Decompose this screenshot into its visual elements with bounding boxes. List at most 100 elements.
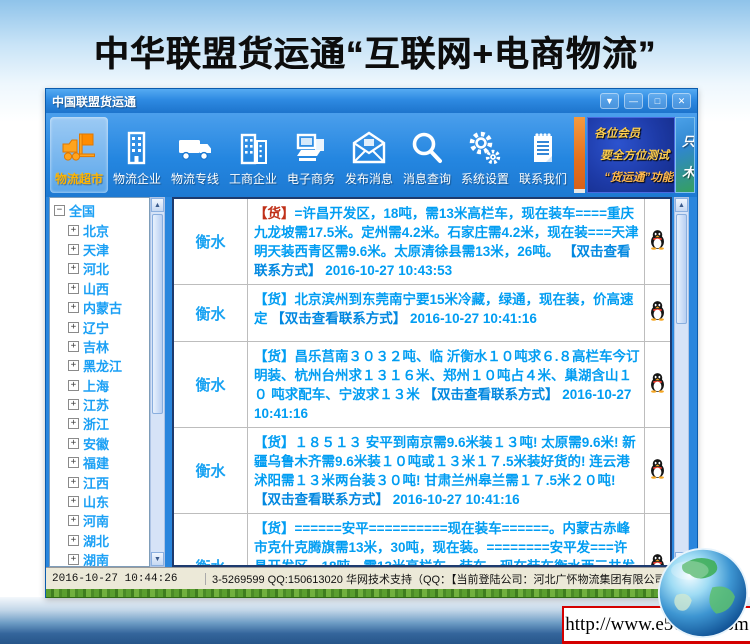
tree-item-福建[interactable]: +福建 bbox=[54, 453, 149, 472]
freight-message[interactable]: 【货】======安平==========现在装车======。内蒙古赤峰市克什… bbox=[248, 514, 644, 567]
toolbar-items: 物流超市物流企业物流专线工商企业电子商务发布消息消息查询系统设置联系我们 bbox=[50, 117, 572, 193]
globe-image bbox=[656, 546, 750, 640]
tree-item-黑龙江[interactable]: +黑龙江 bbox=[54, 356, 149, 375]
tree-item-辽宁[interactable]: +辽宁 bbox=[54, 317, 149, 336]
window-controls: ▼ — □ ✕ bbox=[600, 93, 691, 109]
qq-penguin-icon[interactable] bbox=[649, 229, 666, 255]
freight-message[interactable]: 【货】昌乐莒南３０３２吨、临 沂衡水１０吨求６.８高栏车今订明装、杭州台州求１３… bbox=[248, 342, 644, 427]
expand-icon[interactable]: + bbox=[68, 477, 79, 488]
window-titlebar[interactable]: 中国联盟货运通 ▼ — □ ✕ bbox=[46, 89, 697, 113]
toolbar-item-系统设置[interactable]: 系统设置 bbox=[456, 117, 514, 193]
tree-item-北京[interactable]: +北京 bbox=[54, 220, 149, 239]
freight-message[interactable]: 【货】１８５１３ 安平到南京需9.6米装１３吨! 太原需9.6米! 新疆乌鲁木齐… bbox=[248, 428, 644, 513]
qq-penguin-icon[interactable] bbox=[649, 372, 666, 398]
freight-row[interactable]: 衡水【货】北京滨州到东莞南宁要15米冷藏，绿通，现在装，价高速定 【双击查看联系… bbox=[174, 285, 670, 342]
toolbar-item-消息查询[interactable]: 消息查询 bbox=[398, 117, 456, 193]
tree-item-上海[interactable]: +上海 bbox=[54, 376, 149, 395]
close-button[interactable]: ✕ bbox=[672, 93, 691, 109]
tree-item-河南[interactable]: +河南 bbox=[54, 511, 149, 530]
dropdown-button[interactable]: ▼ bbox=[600, 93, 619, 109]
expand-icon[interactable]: + bbox=[68, 457, 79, 468]
tree-item-湖南[interactable]: +湖南 bbox=[54, 550, 149, 567]
toolbar-item-label: 物流专线 bbox=[171, 170, 219, 187]
tree-item-label: 浙江 bbox=[83, 414, 109, 433]
origin-city: 衡水 bbox=[174, 199, 248, 284]
expand-icon[interactable]: + bbox=[68, 244, 79, 255]
tree-item-label: 山东 bbox=[83, 492, 109, 511]
toolbar: 物流超市物流企业物流专线工商企业电子商务发布消息消息查询系统设置联系我们 各位会… bbox=[46, 113, 697, 197]
tree-item-江西[interactable]: + 江西 bbox=[54, 472, 149, 491]
expand-icon[interactable]: + bbox=[68, 322, 79, 333]
tree-item-全国[interactable]: −全国 bbox=[54, 201, 149, 220]
collapse-icon[interactable]: − bbox=[54, 205, 65, 216]
freight-row[interactable]: 衡水【货】======安平==========现在装车======。内蒙古赤峰市… bbox=[174, 514, 670, 567]
toolbar-item-label: 物流超市 bbox=[55, 170, 103, 187]
toolbar-item-发布消息[interactable]: 发布消息 bbox=[340, 117, 398, 193]
window-title: 中国联盟货运通 bbox=[52, 93, 136, 110]
building-icon bbox=[117, 128, 157, 170]
tree-item-label: 天津 bbox=[83, 240, 109, 259]
tree-item-江苏[interactable]: +江苏 bbox=[54, 395, 149, 414]
tree-scroll-thumb[interactable] bbox=[152, 214, 163, 414]
toolbar-item-物流超市[interactable]: 物流超市 bbox=[50, 117, 108, 193]
freight-row[interactable]: 衡水【货】昌乐莒南３０３２吨、临 沂衡水１０吨求６.８高栏车今订明装、杭州台州求… bbox=[174, 342, 670, 428]
minimize-button[interactable]: — bbox=[624, 93, 643, 109]
qq-cell[interactable] bbox=[644, 342, 670, 427]
scroll-up-icon[interactable]: ▲ bbox=[675, 198, 688, 212]
expand-icon[interactable]: + bbox=[68, 380, 79, 391]
expand-icon[interactable]: + bbox=[68, 418, 79, 429]
toolbar-item-电子商务[interactable]: 电子商务 bbox=[282, 117, 340, 193]
app-window: 中国联盟货运通 ▼ — □ ✕ 物流超市物流企业物流专线工商企业电子商务发布消息消息查… bbox=[45, 88, 698, 598]
cargo-tag: 【货】 bbox=[254, 435, 295, 450]
tree-item-label: 吉林 bbox=[83, 337, 109, 356]
member-notice-banner: 各位会员要全方位测试“货运通”功能! bbox=[587, 117, 675, 193]
scroll-down-icon[interactable]: ▼ bbox=[151, 552, 164, 566]
qq-cell[interactable] bbox=[644, 199, 670, 284]
tree-scrollbar[interactable]: ▲ ▼ bbox=[150, 197, 165, 567]
contact-link[interactable]: 【双击查看联系方式】 bbox=[271, 311, 406, 326]
freight-row[interactable]: 衡水【货】１８５１３ 安平到南京需9.6米装１３吨! 太原需9.6米! 新疆乌鲁… bbox=[174, 428, 670, 514]
maximize-button[interactable]: □ bbox=[648, 93, 667, 109]
expand-icon[interactable]: + bbox=[68, 341, 79, 352]
expand-icon[interactable]: + bbox=[68, 225, 79, 236]
toolbar-item-物流企业[interactable]: 物流企业 bbox=[108, 117, 166, 193]
expand-icon[interactable]: + bbox=[68, 535, 79, 546]
qq-cell[interactable] bbox=[644, 428, 670, 513]
expand-icon[interactable]: + bbox=[68, 515, 79, 526]
banner-line: “货运通”功能! bbox=[594, 168, 670, 190]
scroll-up-icon[interactable]: ▲ bbox=[151, 198, 164, 212]
tree-item-内蒙古[interactable]: +内蒙古 bbox=[54, 298, 149, 317]
list-scrollbar[interactable]: ▲ ▼ bbox=[674, 197, 689, 567]
toolbar-item-物流专线[interactable]: 物流专线 bbox=[166, 117, 224, 193]
contact-link[interactable]: 【双击查看联系方式】 bbox=[424, 387, 559, 402]
expand-icon[interactable]: + bbox=[68, 554, 79, 565]
expand-icon[interactable]: + bbox=[68, 399, 79, 410]
expand-icon[interactable]: + bbox=[68, 283, 79, 294]
tree-item-河北[interactable]: +河北 bbox=[54, 259, 149, 278]
tree-item-吉林[interactable]: + 吉林 bbox=[54, 337, 149, 356]
qq-penguin-icon[interactable] bbox=[649, 458, 666, 484]
toolbar-item-工商企业[interactable]: 工商企业 bbox=[224, 117, 282, 193]
tree-item-山东[interactable]: + 山东 bbox=[54, 492, 149, 511]
freight-row[interactable]: 衡水【货】=许昌开发区，18吨，需13米高栏车，现在装车====重庆九龙坡需17… bbox=[174, 199, 670, 285]
tree-item-湖北[interactable]: +湖北 bbox=[54, 531, 149, 550]
qq-penguin-icon[interactable] bbox=[649, 300, 666, 326]
tree-item-浙江[interactable]: + 浙江 bbox=[54, 414, 149, 433]
tree-item-山西[interactable]: + 山西 bbox=[54, 279, 149, 298]
tree-item-label: 山西 bbox=[83, 279, 109, 298]
toolbar-item-联系我们[interactable]: 联系我们 bbox=[514, 117, 572, 193]
freight-message[interactable]: 【货】=许昌开发区，18吨，需13米高栏车，现在装车====重庆九龙坡需17.5… bbox=[248, 199, 644, 284]
list-scroll-thumb[interactable] bbox=[676, 214, 687, 324]
qq-cell[interactable] bbox=[644, 285, 670, 341]
freight-message[interactable]: 【货】北京滨州到东莞南宁要15米冷藏，绿通，现在装，价高速定 【双击查看联系方式… bbox=[248, 285, 644, 341]
expand-icon[interactable]: + bbox=[68, 438, 79, 449]
tree-item-安徽[interactable]: +安徽 bbox=[54, 434, 149, 453]
tree-item-label: 江西 bbox=[83, 473, 109, 492]
tree-item-天津[interactable]: + 天津 bbox=[54, 240, 149, 259]
expand-icon[interactable]: + bbox=[68, 302, 79, 313]
expand-icon[interactable]: + bbox=[68, 496, 79, 507]
expand-icon[interactable]: + bbox=[68, 263, 79, 274]
expand-icon[interactable]: + bbox=[68, 360, 79, 371]
contact-link[interactable]: 【双击查看联系方式】 bbox=[254, 492, 389, 507]
dropdown-icon: ▼ bbox=[605, 96, 614, 106]
